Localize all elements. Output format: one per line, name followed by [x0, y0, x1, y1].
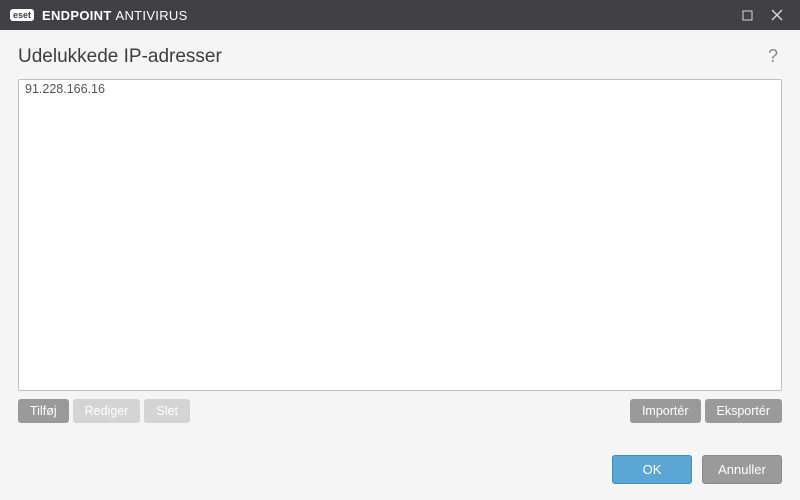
- brand-strong: ENDPOINT: [42, 8, 112, 23]
- page-title: Udelukkede IP-adresser: [18, 46, 222, 68]
- help-icon[interactable]: ?: [764, 44, 782, 69]
- ip-listbox[interactable]: 91.228.166.16: [18, 79, 782, 391]
- maximize-icon: [742, 10, 753, 21]
- import-button[interactable]: Importér: [630, 399, 701, 423]
- delete-button: Slet: [144, 399, 190, 423]
- brand-light: ANTIVIRUS: [116, 8, 188, 23]
- list-item[interactable]: 91.228.166.16: [19, 80, 781, 98]
- add-button[interactable]: Tilføj: [18, 399, 69, 423]
- dialog-footer: OK Annuller: [0, 441, 800, 500]
- brand-logo: eset: [10, 9, 34, 21]
- ok-button[interactable]: OK: [612, 455, 692, 484]
- dialog-content: Udelukkede IP-adresser ? 91.228.166.16 T…: [0, 30, 800, 441]
- maximize-button[interactable]: [732, 0, 762, 30]
- brand-text: ENDPOINT ANTIVIRUS: [42, 8, 188, 23]
- close-button[interactable]: [762, 0, 792, 30]
- brand-badge: eset: [10, 9, 34, 21]
- titlebar: eset ENDPOINT ANTIVIRUS: [0, 0, 800, 30]
- close-icon: [771, 9, 783, 21]
- edit-button: Rediger: [73, 399, 141, 423]
- cancel-button[interactable]: Annuller: [702, 455, 782, 484]
- list-toolbar: Tilføj Rediger Slet Importér Eksportér: [18, 399, 782, 423]
- export-button[interactable]: Eksportér: [705, 399, 783, 423]
- heading-row: Udelukkede IP-adresser ?: [18, 44, 782, 69]
